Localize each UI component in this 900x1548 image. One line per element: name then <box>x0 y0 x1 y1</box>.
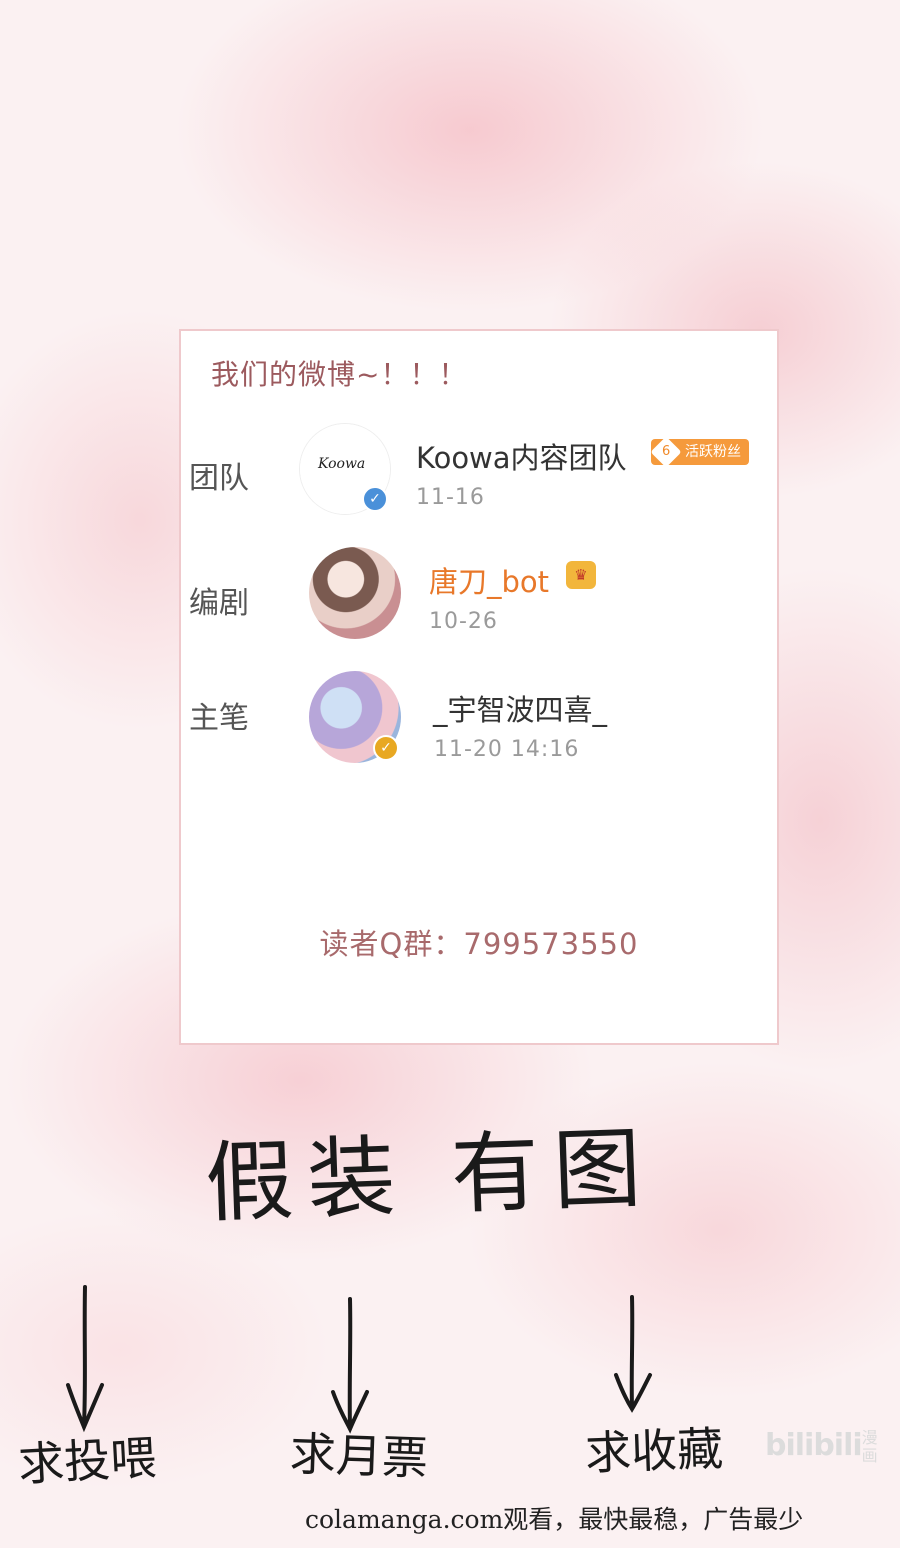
avatar-logo-text: Koowa <box>318 456 366 472</box>
user-name-koowa[interactable]: Koowa内容团队 <box>416 435 627 477</box>
handwritten-label-monthly-ticket: 求月票 <box>288 1426 429 1486</box>
handwritten-label-collect: 求收藏 <box>584 1421 725 1481</box>
down-arrow-icon <box>66 1285 104 1433</box>
weibo-card: 我们的微博~！！！ 团队 Koowa ✓ Koowa内容团队 6 活跃粉丝 11… <box>179 329 779 1045</box>
post-date-koowa: 11-16 <box>416 485 485 510</box>
down-arrow-icon <box>614 1295 652 1413</box>
verified-gold-icon: ✓ <box>373 735 399 761</box>
source-watermark: colamanga.com观看，最快最稳，广告最少 <box>305 1505 804 1534</box>
avatar-koowa[interactable]: Koowa ✓ <box>299 423 391 515</box>
user-name-sixi[interactable]: _宇智波四喜_ <box>433 687 607 729</box>
role-label-writer: 编剧 <box>189 586 249 621</box>
avatar-sixi[interactable]: ✓ <box>309 671 401 763</box>
verified-blue-icon: ✓ <box>362 486 388 512</box>
post-date-tangdao: 10-26 <box>429 609 498 634</box>
handwritten-label-feed: 求投喂 <box>16 1430 158 1492</box>
post-date-sixi: 11-20 14:16 <box>434 737 580 762</box>
fan-level-icon: 6 <box>650 436 682 468</box>
reader-qq-group: 读者Q群：799573550 <box>319 927 639 961</box>
avatar-tangdao[interactable] <box>309 547 401 639</box>
role-label-team: 团队 <box>189 461 249 496</box>
active-fan-badge: 6 活跃粉丝 <box>650 436 749 468</box>
role-label-artist: 主笔 <box>189 701 249 736</box>
bilibili-logo: bilibili漫画 <box>765 1427 878 1465</box>
handwritten-title: 假装 有图 <box>203 1116 657 1235</box>
card-title: 我们的微博~！！！ <box>211 358 468 391</box>
user-name-tangdao[interactable]: 唐刀_bot <box>429 559 549 601</box>
fan-badge-label: 活跃粉丝 <box>685 444 741 460</box>
vip-crown-icon: ♛ <box>566 561 596 589</box>
down-arrow-icon <box>331 1297 369 1434</box>
